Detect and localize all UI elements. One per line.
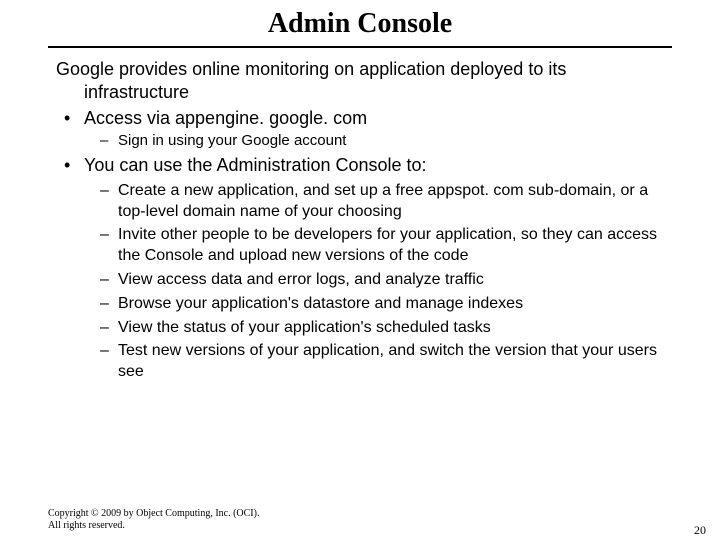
bullet-text: You can use the Administration Console t… <box>84 155 427 175</box>
sub-bullet-item: Sign in using your Google account <box>118 132 672 151</box>
sub-bullet-item: Browse your application's datastore and … <box>118 294 672 315</box>
slide-content: Google provides online monitoring on app… <box>56 58 672 383</box>
copyright-line-1: Copyright © 2009 by Object Computing, In… <box>48 508 259 520</box>
bullet-item: Access via appengine. google. com Sign i… <box>84 107 672 150</box>
sub-bullet-item: View access data and error logs, and ana… <box>118 270 672 291</box>
bullet-item: You can use the Administration Console t… <box>84 154 672 383</box>
copyright-line-2: All rights reserved. <box>48 520 259 532</box>
slide-title: Admin Console <box>0 8 720 44</box>
bullet-text: Access via appengine. google. com <box>84 108 367 128</box>
title-underline <box>48 46 672 48</box>
page-number: 20 <box>694 523 706 538</box>
sub-bullet-item: View the status of your application's sc… <box>118 318 672 339</box>
footer-copyright: Copyright © 2009 by Object Computing, In… <box>48 508 259 532</box>
sub-bullet-item: Test new versions of your application, a… <box>118 341 672 383</box>
sub-bullet-list: Create a new application, and set up a f… <box>84 181 672 383</box>
lead-text: Google provides online monitoring on app… <box>56 58 672 103</box>
sub-bullet-item: Invite other people to be developers for… <box>118 225 672 267</box>
bullet-list: Access via appengine. google. com Sign i… <box>56 107 672 383</box>
slide: Admin Console Google provides online mon… <box>0 8 720 548</box>
sub-bullet-list: Sign in using your Google account <box>84 132 672 151</box>
sub-bullet-item: Create a new application, and set up a f… <box>118 181 672 223</box>
